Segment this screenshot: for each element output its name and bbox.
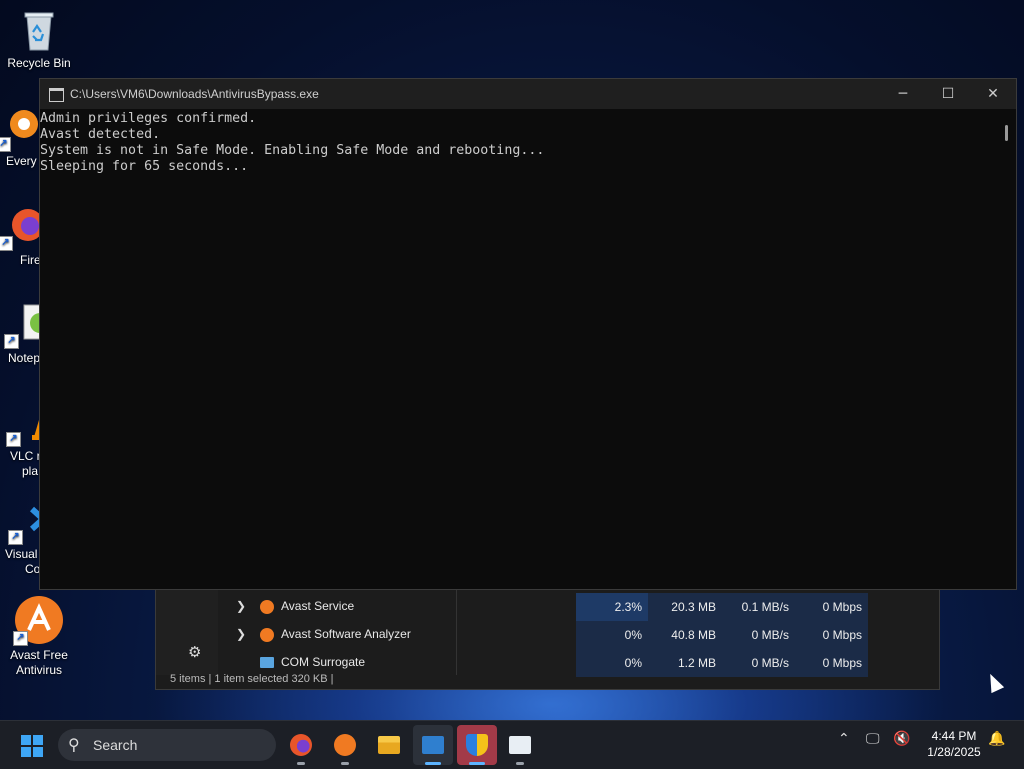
avast-process-icon — [260, 600, 274, 614]
cpu-cell: 0% — [576, 649, 648, 677]
running-indicator — [341, 762, 349, 765]
taskbar-app-windows-security[interactable] — [457, 725, 497, 765]
avast-icon: ↗ — [13, 596, 63, 646]
chevron-up-icon[interactable]: ⌃ — [838, 731, 850, 747]
running-indicator — [297, 762, 305, 765]
taskbar-app-notepad[interactable] — [500, 725, 540, 765]
cpu-cell: 2.3% — [576, 593, 648, 621]
expand-chevron-icon[interactable]: ❯ — [236, 599, 246, 613]
settings-gear-icon[interactable]: ⚙ — [188, 643, 201, 661]
shortcut-arrow-icon: ↗ — [6, 432, 21, 447]
disk-cell: 0.1 MB/s — [722, 593, 795, 621]
desktop-icon-label: Avast Free — [10, 648, 68, 662]
shortcut-arrow-icon: ↗ — [0, 137, 11, 152]
process-row-avast-software-analyzer[interactable]: ❯ Avast Software Analyzer 0% 40.8 MB 0 M… — [218, 621, 938, 649]
running-indicator — [425, 762, 441, 765]
start-button[interactable] — [21, 735, 43, 757]
network-cell: 0 Mbps — [795, 593, 868, 621]
memory-cell: 20.3 MB — [648, 593, 722, 621]
console-output[interactable]: Admin privileges confirmed. Avast detecte… — [40, 109, 998, 589]
shortcut-arrow-icon: ↗ — [13, 631, 28, 646]
memory-cell: 1.2 MB — [648, 649, 722, 677]
taskbar-search-box[interactable]: ⚲ Search — [58, 729, 276, 761]
taskbar-app-file-explorer[interactable] — [369, 725, 409, 765]
task-manager-window[interactable]: ⚙ ❯ Avast Service 2.3% 20.3 MB 0.1 MB/s … — [155, 588, 940, 690]
clock-time: 4:44 PM — [931, 729, 977, 743]
process-row-avast-service[interactable]: ❯ Avast Service 2.3% 20.3 MB 0.1 MB/s 0 … — [218, 593, 938, 621]
desktop-icon-avast[interactable]: ↗ Avast Free Antivirus — [1, 596, 77, 678]
shortcut-arrow-icon: ↗ — [4, 334, 19, 349]
minimize-button[interactable]: ─ — [880, 79, 926, 109]
shortcut-arrow-icon: ↗ — [0, 236, 13, 251]
notification-bell-icon[interactable]: 🔔 — [988, 731, 1005, 747]
console-line: System is not in Safe Mode. Enabling Saf… — [40, 143, 545, 158]
disk-cell: 0 MB/s — [722, 649, 795, 677]
folder-icon — [378, 736, 400, 754]
taskbar-app-terminal[interactable] — [413, 725, 453, 765]
everything-icon: ↗ — [0, 106, 38, 152]
taskbar-app-firefox[interactable] — [281, 725, 321, 765]
scrollbar-thumb[interactable] — [1005, 125, 1008, 141]
running-indicator — [516, 762, 524, 765]
status-bar-text: 5 items | 1 item selected 320 KB | — [170, 673, 334, 685]
desktop-icon-label: Recycle Bin — [7, 56, 71, 70]
console-line: Avast detected. — [40, 127, 161, 142]
com-surrogate-icon — [260, 657, 274, 668]
console-app-icon — [49, 88, 64, 102]
process-name: Avast Software Analyzer — [281, 627, 411, 641]
taskbar: ⚲ Search ⌃ 🖵 🔇 4:44 PM 1/28/2025 🔔 — [0, 720, 1024, 769]
firefox-icon — [290, 734, 312, 756]
desktop-icon-recycle-bin[interactable]: Recycle Bin — [1, 8, 77, 71]
task-manager-sidebar: ⚙ — [156, 589, 218, 675]
recycle-bin-icon — [19, 8, 59, 52]
search-placeholder: Search — [93, 737, 138, 753]
taskbar-app-avast[interactable] — [325, 725, 365, 765]
avast-process-icon — [260, 628, 274, 642]
console-window[interactable]: C:\Users\VM6\Downloads\AntivirusBypass.e… — [39, 78, 1017, 590]
firefox-icon: ↗ — [0, 205, 44, 251]
terminal-icon — [422, 736, 444, 754]
mouse-cursor-icon — [983, 670, 1005, 694]
process-name: Avast Service — [281, 599, 355, 613]
network-cell: 0 Mbps — [795, 621, 868, 649]
document-icon — [509, 736, 531, 754]
cpu-cell: 0% — [576, 621, 648, 649]
network-icon[interactable]: 🖵 — [866, 731, 880, 747]
search-icon: ⚲ — [68, 735, 80, 754]
avast-icon — [334, 734, 356, 756]
vertical-scrollbar[interactable] — [998, 109, 1016, 589]
window-title: C:\Users\VM6\Downloads\AntivirusBypass.e… — [70, 87, 319, 101]
system-clock[interactable]: 4:44 PM 1/28/2025 — [914, 728, 994, 760]
disk-cell: 0 MB/s — [722, 621, 795, 649]
maximize-button[interactable]: ☐ — [925, 79, 971, 109]
desktop-icon-label: Antivirus — [15, 663, 62, 677]
running-indicator — [469, 762, 485, 765]
shortcut-arrow-icon: ↗ — [8, 530, 23, 545]
network-cell: 0 Mbps — [795, 649, 868, 677]
console-line: Sleeping for 65 seconds... — [40, 159, 249, 174]
close-button[interactable]: ✕ — [970, 79, 1016, 109]
expand-chevron-icon[interactable]: ❯ — [236, 627, 246, 641]
console-titlebar[interactable]: C:\Users\VM6\Downloads\AntivirusBypass.e… — [40, 79, 1016, 109]
memory-cell: 40.8 MB — [648, 621, 722, 649]
process-name: COM Surrogate — [281, 655, 366, 669]
console-line: Admin privileges confirmed. — [40, 111, 257, 126]
shield-icon — [466, 734, 488, 756]
speaker-muted-icon[interactable]: 🔇 — [893, 731, 910, 747]
clock-date: 1/28/2025 — [927, 745, 981, 759]
